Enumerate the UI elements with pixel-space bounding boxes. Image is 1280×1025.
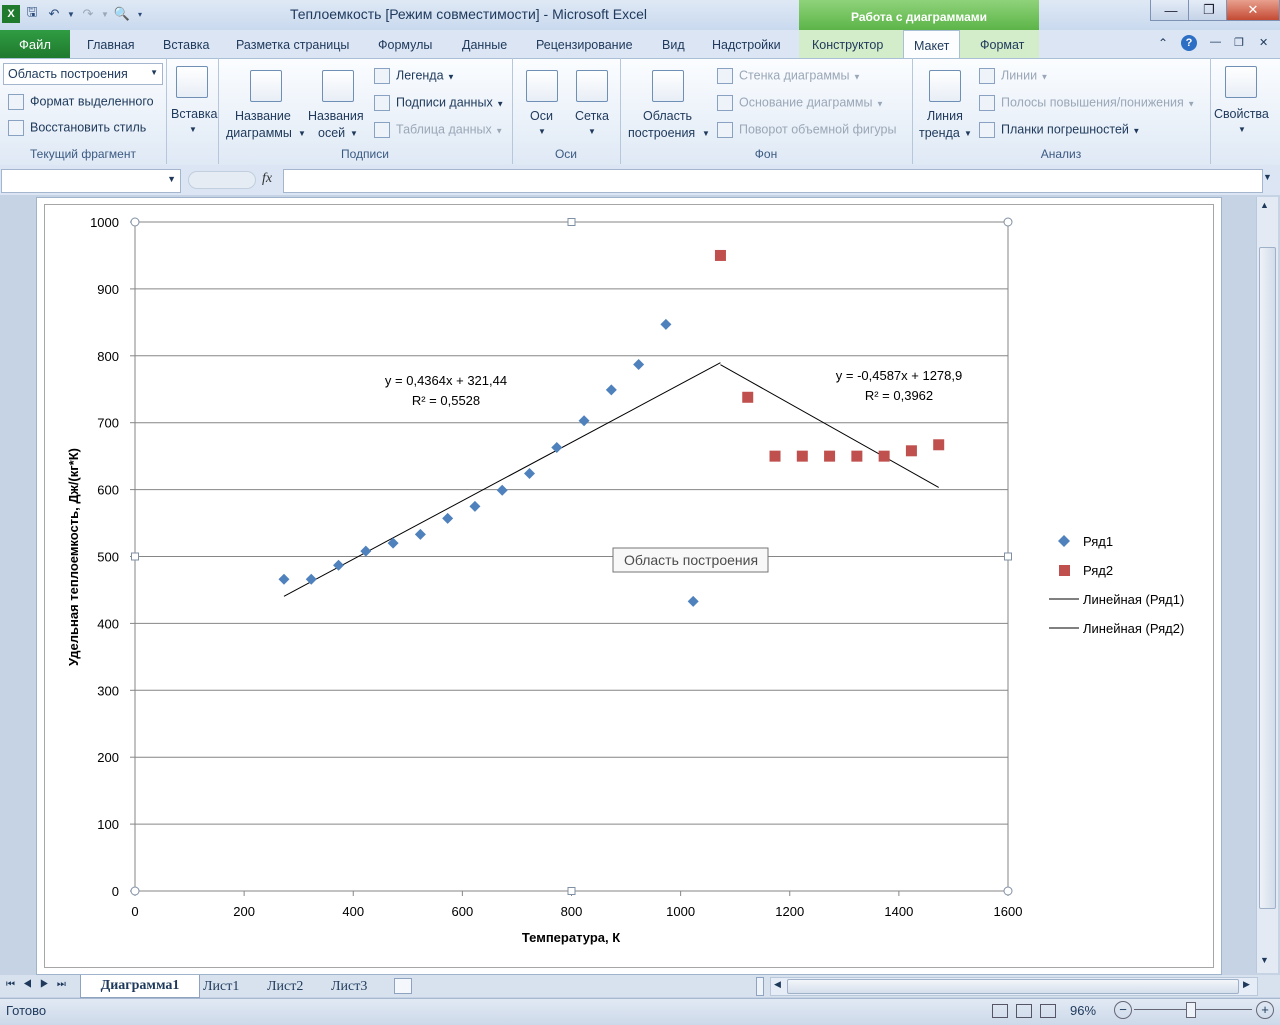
- sheet-tab-sheet3[interactable]: Лист3: [331, 977, 367, 996]
- y-tick-label: 500: [97, 550, 119, 565]
- data-point-series-2: [933, 439, 945, 451]
- y-tick-label: 700: [97, 416, 119, 431]
- zoom-slider-thumb[interactable]: [1186, 1002, 1196, 1018]
- resize-handle-corner: [130, 886, 140, 896]
- data-point-series-2: [742, 391, 754, 403]
- horizontal-scrollbar[interactable]: ◀ ▶: [770, 977, 1258, 996]
- page-break-view-icon[interactable]: [1040, 1004, 1056, 1018]
- x-tick-label: 600: [452, 904, 474, 919]
- status-ready: Готово: [6, 1003, 47, 1018]
- legend-label-series-1: Ряд1: [1083, 534, 1113, 549]
- resize-handle-edge: [567, 218, 576, 226]
- scroll-up-icon[interactable]: ▲: [1260, 200, 1269, 210]
- resize-handle-edge: [131, 552, 139, 561]
- scroll-thumb[interactable]: [1259, 247, 1276, 909]
- y-tick-label: 800: [97, 349, 119, 364]
- x-tick-label: 400: [342, 904, 364, 919]
- zoom-level[interactable]: 96%: [1070, 1003, 1096, 1018]
- data-point-series-1: [523, 468, 535, 480]
- y-tick-label: 1000: [90, 215, 119, 230]
- data-point-series-2: [714, 249, 726, 261]
- page-layout-view-icon[interactable]: [1016, 1004, 1032, 1018]
- y-tick-label: 200: [97, 750, 119, 765]
- resize-handle-corner: [130, 217, 140, 227]
- x-tick-label: 0: [131, 904, 138, 919]
- plot-area-tooltip: Область построения: [612, 547, 769, 573]
- resize-handle-edge: [567, 887, 576, 895]
- data-point-series-1: [442, 512, 454, 524]
- y-tick-label: 400: [97, 616, 119, 631]
- x-tick-label: 1400: [884, 904, 913, 919]
- legend-label-series-2: Ряд2: [1083, 563, 1113, 578]
- legend-label-trend-1: Линейная (Ряд1): [1083, 592, 1184, 607]
- data-point-series-1: [305, 573, 317, 585]
- data-point-series-2: [878, 450, 890, 462]
- resize-handle-corner: [1003, 217, 1013, 227]
- y-tick-label: 600: [97, 483, 119, 498]
- tab-split-handle[interactable]: [756, 977, 764, 996]
- x-tick-label: 800: [561, 904, 583, 919]
- data-point-series-2: [824, 450, 836, 462]
- sheet-tab-sheet2[interactable]: Лист2: [267, 977, 303, 996]
- legend-label-trend-2: Линейная (Ряд2): [1083, 621, 1184, 636]
- legend-marker-series-1: [1058, 535, 1070, 547]
- data-point-series-1: [578, 415, 590, 427]
- data-point-series-1: [605, 384, 617, 396]
- data-point-series-1: [469, 500, 481, 512]
- h-scroll-thumb[interactable]: [787, 979, 1239, 994]
- data-point-series-1: [387, 537, 399, 549]
- trendline-2-equation[interactable]: y = -0,4587x + 1278,9: [836, 368, 962, 383]
- legend-marker-series-2: [1059, 565, 1070, 576]
- y-tick-label: 900: [97, 282, 119, 297]
- tooltip-text: Область построения: [624, 552, 758, 568]
- scroll-down-icon[interactable]: ▼: [1260, 955, 1269, 965]
- trendline-2: [720, 364, 939, 488]
- scroll-right-icon[interactable]: ▶: [1243, 979, 1250, 990]
- y-tick-label: 0: [112, 884, 119, 899]
- data-point-series-1: [551, 441, 563, 453]
- data-point-series-1: [687, 595, 699, 607]
- legend[interactable]: Ряд1 Ряд2 Линейная (Ряд1) Линейная (Ряд2…: [1049, 534, 1184, 636]
- chart-svg: 0 100 200 300 400 500 600 700 800 900 1000 0 200 400 6…: [66, 215, 1184, 945]
- trendline-2-r2[interactable]: R² = 0,3962: [865, 388, 933, 403]
- y-tick-label: 100: [97, 817, 119, 832]
- resize-handle-edge: [1004, 552, 1012, 561]
- resize-handle-corner: [1003, 886, 1013, 896]
- data-point-series-2: [769, 450, 781, 462]
- x-tick-label: 1200: [775, 904, 804, 919]
- data-point-series-2: [796, 450, 808, 462]
- y-tick-label: 300: [97, 683, 119, 698]
- data-point-series-1: [633, 358, 645, 370]
- trendline-1-equation[interactable]: y = 0,4364x + 321,44: [385, 373, 507, 388]
- data-point-series-2: [905, 445, 917, 457]
- data-point-series-2: [851, 450, 863, 462]
- trendline-1-r2[interactable]: R² = 0,5528: [412, 393, 480, 408]
- trendlines: [283, 362, 939, 597]
- data-point-series-1: [414, 528, 426, 540]
- data-points: [278, 249, 945, 607]
- x-tick-label: 200: [233, 904, 255, 919]
- sheet-tab-sheet1[interactable]: Лист1: [203, 977, 239, 996]
- vertical-scrollbar[interactable]: ▲ ▼: [1256, 197, 1278, 973]
- scroll-left-icon[interactable]: ◀: [774, 979, 781, 990]
- x-tick-label: 1600: [994, 904, 1023, 919]
- sheet-tab-chart1[interactable]: Диаграмма1: [80, 975, 200, 998]
- x-tick-label: 1000: [666, 904, 695, 919]
- normal-view-icon[interactable]: [992, 1004, 1008, 1018]
- insert-sheet-icon[interactable]: [394, 978, 412, 994]
- data-point-series-1: [278, 573, 290, 585]
- y-axis-title[interactable]: Удельная теплоемкость, Дж/(кг*К): [66, 448, 81, 666]
- axis-ticks: 0 100 200 300 400 500 600 700 800 900 1000 0 200 400 6…: [90, 215, 1022, 919]
- sheet-nav-icons[interactable]: ⏮◀▶⏭: [6, 979, 74, 990]
- data-point-series-1: [660, 318, 672, 330]
- data-point-series-1: [496, 484, 508, 496]
- zoom-in-icon[interactable]: +: [1256, 1001, 1274, 1019]
- x-axis-title[interactable]: Температура, К: [522, 930, 620, 945]
- zoom-out-icon[interactable]: −: [1114, 1001, 1132, 1019]
